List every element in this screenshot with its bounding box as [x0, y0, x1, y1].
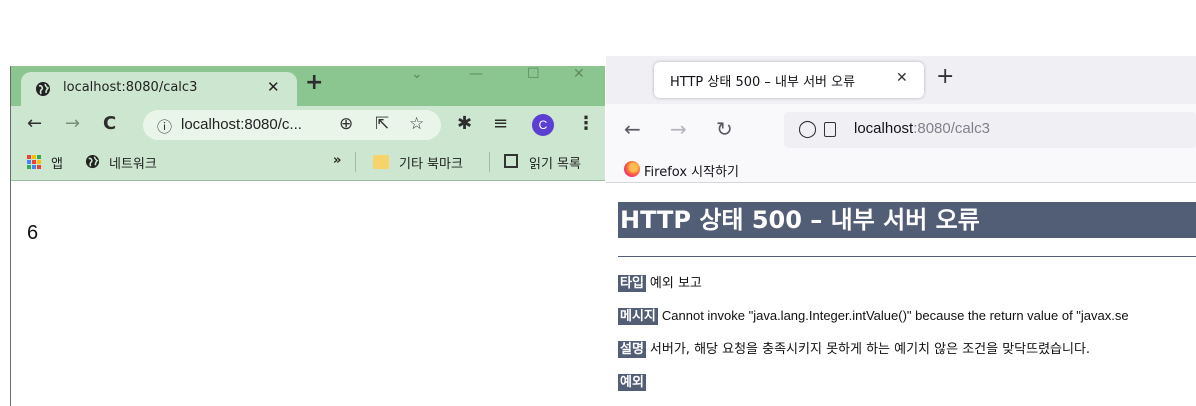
- url-text: localhost:8080/calc3: [854, 120, 990, 137]
- bookmark-apps[interactable]: 앱: [51, 153, 63, 172]
- back-icon[interactable]: ←: [624, 118, 641, 140]
- url-host: localhost: [854, 120, 914, 137]
- message-label: 메시지: [618, 308, 658, 325]
- firefox-bookmarks-bar: Firefox 시작하기: [606, 156, 1196, 183]
- error-description-row: 설명 서버가, 해당 요청을 충족시키지 못하게 하는 예기치 않은 조건을 맞닥…: [618, 338, 1091, 358]
- type-label: 타입: [618, 275, 646, 292]
- divider: [618, 256, 1196, 257]
- reading-list-icon: [504, 154, 518, 168]
- window-close-icon[interactable]: ✕: [573, 66, 585, 82]
- address-bar[interactable]: ⓘ localhost:8080/c... ⊕ ⇱ ☆: [143, 110, 441, 140]
- close-icon[interactable]: ✕: [267, 78, 280, 96]
- firefox-tab-title: HTTP 상태 500 – 내부 서버 오류: [670, 75, 856, 90]
- divider: [489, 152, 490, 172]
- new-tab-button[interactable]: +: [305, 72, 323, 94]
- media-queue-icon[interactable]: ≡: [493, 114, 508, 134]
- error-type-row: 타입 예외 보고: [618, 272, 702, 292]
- chrome-window: localhost:8080/calc3 ✕ + ⌄ — ☐ ✕ ← → C ⓘ…: [10, 66, 605, 406]
- error-heading: HTTP 상태 500 – 내부 서버 오류: [618, 202, 1196, 238]
- firefox-logo-icon: [624, 161, 640, 177]
- profile-avatar[interactable]: C: [532, 114, 554, 136]
- chrome-tab-title: localhost:8080/calc3: [63, 80, 198, 95]
- divider: [355, 152, 356, 172]
- globe-icon: [85, 154, 100, 173]
- message-value: Cannot invoke "java.lang.Integer.intValu…: [661, 308, 1129, 323]
- share-icon[interactable]: ⇱: [375, 114, 389, 134]
- firefox-nav-bar: ← → ↻ ◯ localhost:8080/calc3: [606, 104, 1196, 156]
- description-value: 서버가, 해당 요청을 충족시키지 못하게 하는 예기치 않은 조건을 맞닥뜨렸…: [649, 342, 1091, 357]
- chrome-tab-strip: localhost:8080/calc3 ✕ + ⌄ — ☐ ✕: [11, 66, 605, 106]
- tracking-shield-icon[interactable]: ◯: [798, 119, 817, 139]
- exception-label: 예외: [618, 374, 646, 391]
- zoom-icon[interactable]: ⊕: [339, 114, 353, 134]
- new-tab-button[interactable]: +: [936, 66, 954, 88]
- url-bar[interactable]: ◯ localhost:8080/calc3: [784, 112, 1196, 148]
- minimize-icon[interactable]: —: [469, 66, 483, 82]
- firefox-tab-strip: HTTP 상태 500 – 내부 서버 오류 ✕ +: [606, 56, 1196, 104]
- firefox-tab[interactable]: HTTP 상태 500 – 내부 서버 오류 ✕: [654, 62, 924, 98]
- bookmarks-overflow[interactable]: »: [333, 153, 341, 168]
- maximize-icon[interactable]: ☐: [527, 66, 540, 82]
- reload-icon[interactable]: C: [103, 114, 116, 134]
- description-label: 설명: [618, 341, 646, 358]
- menu-icon[interactable]: ⋮: [577, 114, 595, 134]
- page-icon[interactable]: [824, 122, 836, 137]
- bookmark-other[interactable]: 기타 북마크: [399, 153, 463, 172]
- chrome-toolbar: ← → C ⓘ localhost:8080/c... ⊕ ⇱ ☆ ✱ ≡ C …: [11, 106, 605, 144]
- forward-icon[interactable]: →: [670, 118, 687, 140]
- address-text: localhost:8080/c...: [181, 116, 302, 133]
- bookmark-getting-started[interactable]: Firefox 시작하기: [644, 161, 739, 180]
- chrome-tab[interactable]: localhost:8080/calc3 ✕: [21, 72, 297, 106]
- error-page: HTTP 상태 500 – 내부 서버 오류 타입 예외 보고 메시지 Cannot…: [606, 182, 1196, 406]
- url-path: :8080/calc3: [913, 120, 990, 137]
- bookmark-star-icon[interactable]: ☆: [409, 114, 424, 134]
- tab-search-icon[interactable]: ⌄: [411, 66, 423, 82]
- globe-icon: [35, 81, 51, 101]
- info-icon[interactable]: ⓘ: [157, 116, 172, 137]
- folder-icon: [373, 155, 389, 169]
- extensions-icon[interactable]: ✱: [457, 114, 472, 134]
- error-message-row: 메시지 Cannot invoke "java.lang.Integer.intV…: [618, 305, 1129, 325]
- chrome-bookmarks-bar: 앱 네트워크 » 기타 북마크 읽기 목록: [11, 144, 605, 181]
- bookmark-network[interactable]: 네트워크: [109, 153, 157, 172]
- firefox-window: HTTP 상태 500 – 내부 서버 오류 ✕ + ← → ↻ ◯ local…: [606, 56, 1196, 406]
- error-exception-row: 예외: [618, 371, 646, 391]
- bookmark-reading-list[interactable]: 읽기 목록: [529, 153, 581, 172]
- apps-grid-icon[interactable]: [27, 155, 41, 169]
- close-icon[interactable]: ✕: [896, 70, 908, 86]
- type-value: 예외 보고: [649, 276, 702, 291]
- page-result-text: 6: [27, 222, 39, 244]
- reload-icon[interactable]: ↻: [716, 118, 733, 140]
- forward-icon[interactable]: →: [65, 114, 80, 134]
- back-icon[interactable]: ←: [27, 114, 42, 134]
